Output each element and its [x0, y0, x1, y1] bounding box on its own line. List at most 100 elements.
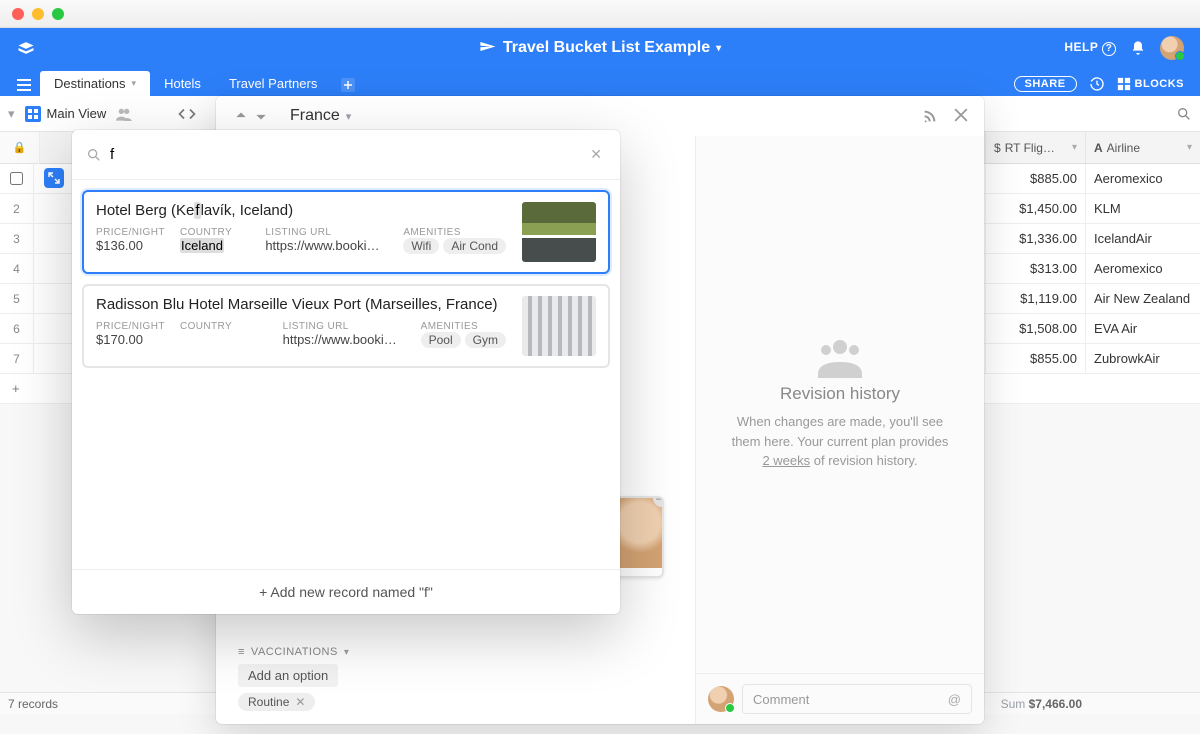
- grid-search-icon[interactable]: [1176, 106, 1192, 122]
- meta-label: LISTING URL: [265, 227, 385, 238]
- cell-rt[interactable]: $885.00: [985, 164, 1085, 193]
- lock-icon: 🔒: [0, 132, 39, 164]
- record-picker-popover: ✕ Hotel Berg (Keflavík, Iceland) PRICE/N…: [72, 130, 620, 614]
- cell-rt[interactable]: $855.00: [985, 344, 1085, 373]
- people-icon: [812, 338, 868, 378]
- cell-rt[interactable]: $1,119.00: [985, 284, 1085, 313]
- revision-body: When changes are made, you'll see them h…: [730, 412, 950, 471]
- picker-result-card[interactable]: Hotel Berg (Keflavík, Iceland) PRICE/NIG…: [82, 190, 610, 274]
- meta-label: AMENITIES: [403, 227, 510, 238]
- bell-icon[interactable]: [1130, 40, 1146, 56]
- history-icon[interactable]: [1089, 76, 1105, 92]
- window-zoom-icon[interactable]: [52, 8, 64, 20]
- picker-result-card[interactable]: Radisson Blu Hotel Marseille Vieux Port …: [82, 284, 610, 368]
- grid-view-icon: [25, 106, 41, 122]
- meta-label: COUNTRY: [180, 321, 265, 332]
- caret-down-icon: ▾: [716, 43, 721, 54]
- user-avatar[interactable]: [1160, 36, 1184, 60]
- search-icon: [86, 147, 102, 163]
- hamburger-icon[interactable]: [8, 74, 40, 96]
- base-title[interactable]: Travel Bucket List Example ▾: [479, 39, 721, 57]
- cell-airline[interactable]: ZubrowkAir: [1085, 344, 1200, 373]
- meta-value: $136.00: [96, 238, 162, 253]
- cell-rt[interactable]: $1,450.00: [985, 194, 1085, 223]
- code-icon[interactable]: [178, 107, 196, 121]
- result-thumbnail: [522, 296, 596, 356]
- cell-airline[interactable]: EVA Air: [1085, 314, 1200, 343]
- record-picker-results: Hotel Berg (Keflavík, Iceland) PRICE/NIG…: [72, 180, 620, 569]
- next-record-button[interactable]: [252, 107, 270, 125]
- meta-value: Iceland: [180, 238, 247, 253]
- linked-record-card[interactable]: —: [616, 496, 664, 578]
- field-label-vaccinations: ≡VACCINATIONS ▾: [238, 646, 673, 658]
- view-switcher[interactable]: Main View: [25, 106, 107, 122]
- add-option-button[interactable]: Add an option: [238, 664, 338, 687]
- caret-down-icon: ▾: [346, 110, 352, 123]
- result-thumbnail: [522, 202, 596, 262]
- add-table-button[interactable]: [331, 74, 365, 96]
- record-title[interactable]: France▾: [290, 107, 351, 125]
- caret-down-icon: ▾: [132, 78, 137, 89]
- cell-airline[interactable]: KLM: [1085, 194, 1200, 223]
- cell-rt[interactable]: $313.00: [985, 254, 1085, 283]
- cell-rt[interactable]: $1,336.00: [985, 224, 1085, 253]
- revision-history-empty: Revision history When changes are made, …: [696, 136, 984, 673]
- row-checkbox[interactable]: [10, 172, 23, 185]
- window-minimize-icon[interactable]: [32, 8, 44, 20]
- tab-destinations[interactable]: Destinations▾: [40, 71, 150, 96]
- help-icon: ?: [1102, 42, 1116, 56]
- prev-record-button[interactable]: [232, 107, 250, 125]
- cell-rt[interactable]: $1,508.00: [985, 314, 1085, 343]
- meta-label: AMENITIES: [421, 321, 510, 332]
- mention-icon[interactable]: @: [948, 692, 961, 707]
- meta-value: PoolGym: [421, 332, 510, 348]
- rss-icon[interactable]: [922, 108, 938, 124]
- currency-icon: $: [994, 141, 1001, 155]
- sum-label: Sum: [1001, 697, 1026, 711]
- comment-avatar: [708, 686, 734, 712]
- caret-down-icon[interactable]: ▾: [344, 647, 350, 658]
- cell-airline[interactable]: Aeromexico: [1085, 254, 1200, 283]
- collaborators-icon[interactable]: [116, 107, 132, 121]
- column-airline[interactable]: AAirline▾: [1085, 132, 1200, 163]
- comment-input[interactable]: Comment@: [742, 684, 972, 714]
- meta-label: PRICE/NIGHT: [96, 321, 162, 332]
- meta-label: PRICE/NIGHT: [96, 227, 162, 238]
- sum-value: $7,466.00: [1029, 697, 1082, 711]
- person-photo: [618, 498, 662, 568]
- text-icon: A: [1094, 141, 1103, 155]
- blocks-button[interactable]: BLOCKS: [1117, 77, 1184, 91]
- record-search-input[interactable]: [110, 146, 586, 163]
- airtable-logo-icon: [16, 38, 36, 58]
- column-rt-flight[interactable]: $RT Flig…▾: [985, 132, 1085, 163]
- clear-search-button[interactable]: ✕: [586, 142, 606, 167]
- views-menu-icon[interactable]: ▾: [8, 106, 15, 122]
- caret-down-icon[interactable]: ▾: [1187, 142, 1192, 153]
- tab-travel-partners[interactable]: Travel Partners: [215, 71, 331, 96]
- caret-down-icon[interactable]: ▾: [1072, 142, 1077, 153]
- remove-chip-icon[interactable]: ✕: [295, 695, 305, 709]
- share-button[interactable]: SHARE: [1014, 76, 1077, 92]
- close-record-button[interactable]: [954, 108, 968, 124]
- help-link[interactable]: HELP ?: [1064, 40, 1116, 56]
- meta-value: https://www.bookin…: [265, 238, 385, 253]
- cell-airline[interactable]: IcelandAir: [1085, 224, 1200, 253]
- record-count: 7 records: [8, 697, 58, 711]
- add-new-record-button[interactable]: + Add new record named "f": [72, 569, 620, 614]
- app-header: Travel Bucket List Example ▾ HELP ?: [0, 28, 1200, 68]
- vaccination-chip[interactable]: Routine✕: [238, 693, 315, 711]
- cell-airline[interactable]: Aeromexico: [1085, 164, 1200, 193]
- cell-airline[interactable]: Air New Zealand: [1085, 284, 1200, 313]
- airplane-icon: [479, 39, 497, 57]
- window-titlebar: [0, 0, 1200, 28]
- revision-title: Revision history: [780, 384, 900, 404]
- meta-label: LISTING URL: [283, 321, 403, 332]
- tab-hotels[interactable]: Hotels: [150, 71, 215, 96]
- expand-record-button[interactable]: [44, 168, 64, 188]
- result-title: Radisson Blu Hotel Marseille Vieux Port …: [96, 296, 510, 313]
- comment-composer: Comment@: [696, 673, 984, 724]
- meta-value: $170.00: [96, 332, 162, 347]
- window-close-icon[interactable]: [12, 8, 24, 20]
- base-title-text: Travel Bucket List Example: [503, 39, 710, 57]
- multiselect-icon: ≡: [238, 646, 245, 658]
